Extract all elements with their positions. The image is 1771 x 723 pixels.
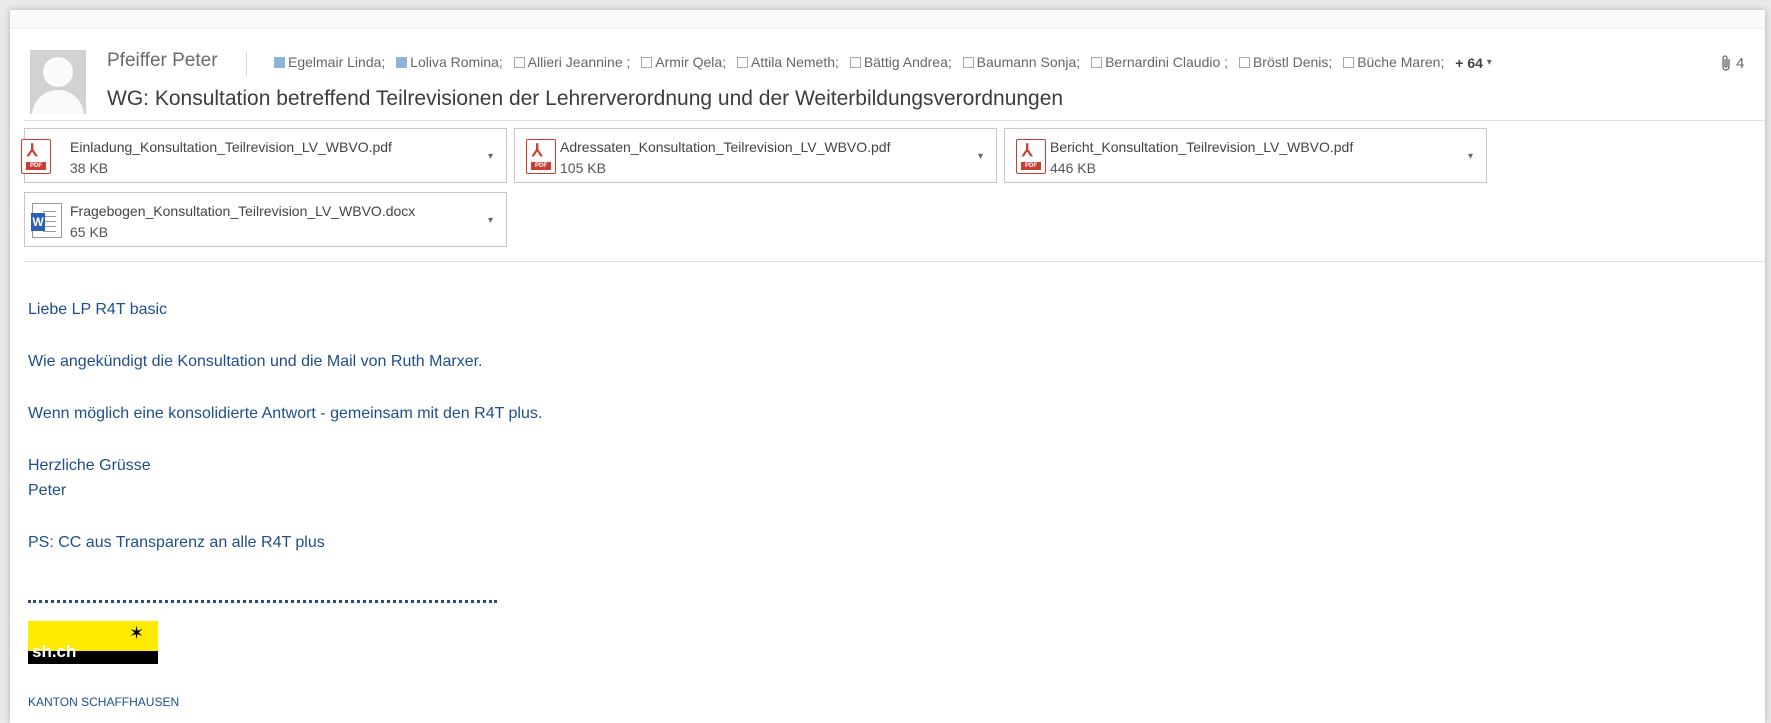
- message-pane: Pfeiffer Peter Egelmair Linda; Loliva Ro…: [10, 10, 1765, 723]
- recipient[interactable]: Büche Maren;: [1343, 54, 1444, 70]
- attachment-item[interactable]: ⅄ PDF Einladung_Konsultation_Teilrevision…: [21, 128, 507, 183]
- word-document-icon: W: [31, 203, 62, 238]
- body-line: PS: CC aus Transparenz an alle R4T plus: [28, 534, 325, 551]
- attachment-count[interactable]: 4: [1720, 54, 1744, 72]
- person-silhouette-icon: [43, 57, 73, 87]
- recipient[interactable]: Armir Qela;: [641, 54, 726, 70]
- presence-indicator: [849, 56, 861, 68]
- body-line: Liebe LP R4T basic: [28, 301, 168, 318]
- divider: [24, 120, 1765, 121]
- attachment-item[interactable]: ⅄ PDF Adressaten_Konsultation_Teilrevisio…: [514, 128, 997, 183]
- recipient[interactable]: Bröstl Denis;: [1238, 54, 1332, 70]
- organization-name: KANTON SCHAFFHAUSEN: [28, 695, 180, 709]
- avatar[interactable]: [30, 50, 86, 114]
- chevron-down-icon[interactable]: ▾: [488, 151, 493, 162]
- recipient[interactable]: Attila Nemeth;: [736, 54, 839, 70]
- sh-ch-logo[interactable]: sh.ch ✶: [28, 621, 158, 664]
- presence-indicator: [1343, 56, 1355, 68]
- chevron-down-icon[interactable]: ▾: [1468, 151, 1473, 162]
- subject-line: WG: Konsultation betreffend Teilrevision…: [107, 87, 1064, 110]
- pdf-file-icon: ⅄ PDF: [1016, 139, 1046, 174]
- body-line: Peter: [28, 482, 67, 499]
- chevron-down-icon: ▾: [1486, 57, 1492, 68]
- signature-divider: [28, 600, 497, 603]
- divider: [24, 261, 1765, 262]
- divider: [246, 52, 247, 76]
- presence-indicator: [1091, 56, 1103, 68]
- sender-name[interactable]: Pfeiffer Peter: [107, 50, 218, 72]
- body-line: Wie angekündigt die Konsultation und die…: [28, 353, 483, 370]
- presence-indicator: [1238, 56, 1250, 68]
- attachment-item[interactable]: ⅄ PDF Bericht_Konsultation_Teilrevision_L…: [1004, 128, 1487, 183]
- ram-emblem-icon: ✶: [129, 623, 145, 643]
- body-line: Herzliche Grüsse: [28, 457, 151, 474]
- attachment-item[interactable]: W Fragebogen_Konsultation_Teilrevision_L…: [24, 192, 507, 247]
- presence-indicator: [641, 56, 653, 68]
- chevron-down-icon[interactable]: ▾: [978, 151, 983, 162]
- body-line: Wenn möglich eine konsolidierte Antwort …: [28, 405, 543, 422]
- chevron-down-icon[interactable]: ▾: [488, 215, 493, 226]
- presence-indicator: [962, 56, 974, 68]
- pdf-file-icon: ⅄ PDF: [21, 139, 51, 174]
- recipient[interactable]: Bättig Andrea;: [849, 54, 952, 70]
- recipient-list: Egelmair Linda; Loliva Romina; Allieri J…: [274, 54, 1624, 71]
- recipient[interactable]: Allieri Jeannine ;: [513, 54, 630, 70]
- more-recipients-button[interactable]: + 64 ▾: [1455, 55, 1492, 71]
- recipient[interactable]: Bernardini Claudio ;: [1091, 54, 1228, 70]
- presence-indicator: [513, 56, 525, 68]
- recipient[interactable]: Baumann Sonja;: [962, 54, 1080, 70]
- recipient[interactable]: Egelmair Linda;: [274, 54, 385, 70]
- pdf-file-icon: ⅄ PDF: [526, 139, 556, 174]
- paperclip-icon: [1722, 55, 1730, 71]
- top-strip: [10, 10, 1765, 29]
- presence-indicator: [274, 56, 285, 68]
- presence-indicator: [396, 56, 408, 68]
- recipient[interactable]: Loliva Romina;: [396, 54, 503, 70]
- presence-indicator: [736, 56, 748, 68]
